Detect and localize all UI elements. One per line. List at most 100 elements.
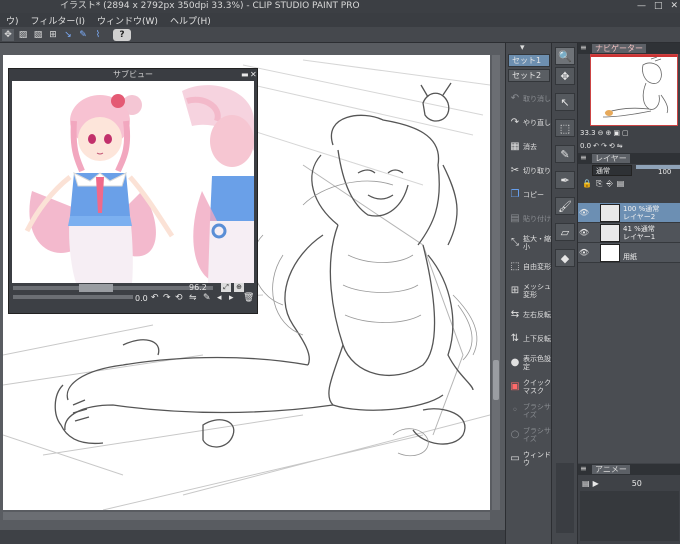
navigator-zoom[interactable]: 33.3	[580, 129, 596, 137]
animation-tab[interactable]: アニメー	[592, 465, 630, 474]
command-paste[interactable]: ▤ 貼り付け	[509, 207, 551, 231]
ruler-snap-icon[interactable]: ⌇	[92, 29, 104, 41]
command-flip-horizontal[interactable]: ⇆ 左右反転	[509, 303, 551, 327]
sub-view-slider-thumb[interactable]	[79, 284, 113, 292]
vertical-scroll-thumb[interactable]	[493, 360, 499, 400]
flip-icon[interactable]: ⇋	[189, 293, 197, 303]
help-button[interactable]: ?	[113, 28, 131, 41]
command-free-transform[interactable]: ⬚ 自由変形	[509, 255, 551, 279]
navigator-angle[interactable]: 0.0	[580, 142, 591, 150]
rotate-left-icon[interactable]: ↶	[593, 142, 599, 150]
command-cut[interactable]: ✂ 切り取り	[509, 159, 551, 183]
pen-tool-icon[interactable]: ✒	[555, 171, 575, 189]
brush-tool-icon[interactable]: 🖌	[555, 197, 575, 215]
sub-view-angle[interactable]: 0.0	[135, 294, 148, 303]
eye-icon[interactable]: 👁	[578, 228, 590, 237]
pen-snap-icon[interactable]: ↘	[62, 29, 74, 41]
menu-item-filter[interactable]: フィルター(I)	[25, 14, 92, 27]
pattern-b-icon[interactable]: ▧	[32, 29, 44, 41]
zoom-in-icon[interactable]: ⊕	[605, 129, 611, 137]
sub-view-close-icon[interactable]: ✕	[250, 70, 258, 79]
command-quick-mask[interactable]: ▣ クイックマスク	[509, 375, 551, 399]
rotate-right-icon[interactable]: ↷	[163, 293, 171, 303]
maximize-button[interactable]: □	[654, 0, 663, 13]
menu-item-view[interactable]: ウ)	[0, 14, 25, 27]
menu-item-help[interactable]: ヘルプ(H)	[164, 14, 217, 27]
operation-tool-icon[interactable]: ↖	[555, 93, 575, 111]
zoom-tool-icon[interactable]: 🔍	[555, 47, 575, 65]
lock-icon[interactable]: 🔒	[582, 179, 592, 189]
command-copy[interactable]: ❐ コピー	[509, 183, 551, 207]
fit-window-icon[interactable]: ▣	[613, 129, 620, 137]
reset-rotation-icon[interactable]: ⟲	[175, 293, 183, 303]
eraser-tool-icon[interactable]: ▱	[555, 223, 575, 241]
eye-icon[interactable]: 👁	[578, 208, 590, 217]
draft-icon[interactable]: ▤	[617, 179, 625, 189]
layer-menu-icon[interactable]: ≡	[580, 153, 587, 162]
sub-view-zoom[interactable]: 96.2	[189, 283, 207, 292]
timeline-area[interactable]	[580, 491, 679, 541]
play-icon[interactable]: ▶	[593, 479, 599, 488]
vertical-scrollbar[interactable]	[492, 55, 500, 510]
color-strip[interactable]	[556, 463, 574, 533]
eye-icon[interactable]: 👁	[578, 248, 590, 257]
command-mesh-transform[interactable]: ⊞ メッシュ変形	[509, 279, 551, 303]
zoom-icon[interactable]: ⊕	[234, 283, 244, 292]
navigator-tab[interactable]: ナビゲーター	[592, 44, 646, 53]
grid-icon[interactable]: ⊞	[47, 29, 59, 41]
frame-number[interactable]: 50	[632, 479, 642, 488]
rotate-right-icon[interactable]: ↷	[601, 142, 607, 150]
fit-icon[interactable]: ⤢	[221, 283, 231, 292]
command-bar-menu-icon[interactable]: ▾	[520, 43, 525, 53]
flip-horizontal-icon: ⇆	[510, 309, 520, 320]
eyedropper-tool-icon[interactable]: ✎	[555, 145, 575, 163]
command-display-color[interactable]: ● 表示色設定	[509, 351, 551, 375]
rotate-left-icon[interactable]: ↶	[151, 293, 159, 303]
zoom-out-icon[interactable]: ⊖	[598, 129, 604, 137]
menu-item-window[interactable]: ウィンドウ(W)	[91, 14, 164, 27]
navigator-preview[interactable]	[590, 54, 678, 126]
set-1-tab[interactable]: セット1	[508, 54, 550, 67]
command-brush-size-up[interactable]: ○ ブラシサイズ	[509, 423, 551, 447]
sub-view-rotate-slider[interactable]	[13, 295, 133, 299]
move-tool-icon[interactable]: ✥	[2, 28, 14, 41]
new-cel-icon[interactable]: ▤	[582, 479, 590, 488]
command-brush-size-down[interactable]: ◦ ブラシサイズ	[509, 399, 551, 423]
delete-icon[interactable]: 🗑	[243, 293, 254, 303]
blend-mode-select[interactable]: 通常	[592, 165, 632, 176]
fill-tool-icon[interactable]: ◆	[555, 249, 575, 267]
next-image-icon[interactable]: ▸	[229, 293, 234, 303]
command-window[interactable]: ▭ ウィンドウ	[509, 447, 551, 471]
opacity-value[interactable]: 100	[658, 168, 671, 176]
command-undo[interactable]: ↶ 取り消し	[509, 87, 551, 111]
layer-tab[interactable]: レイヤー	[592, 154, 630, 163]
move-tool-icon[interactable]: ✥	[555, 67, 575, 85]
command-flip-vertical[interactable]: ⇅ 上下反転	[509, 327, 551, 351]
horizontal-scrollbar[interactable]	[3, 512, 490, 520]
sub-view-minimize-icon[interactable]: ▬	[241, 70, 249, 79]
clear-icon: ▦	[510, 141, 520, 152]
clip-icon[interactable]: ⎘	[596, 179, 602, 189]
animation-menu-icon[interactable]: ≡	[580, 464, 587, 473]
layer-row[interactable]: 👁 100 %通常 レイヤー2	[578, 203, 680, 223]
reference-icon[interactable]: ⎆	[606, 179, 612, 189]
reset-rotation-icon[interactable]: ⟲	[609, 142, 615, 150]
pencil-snap-icon[interactable]: ✎	[77, 29, 89, 41]
layer-row[interactable]: 👁 用紙	[578, 243, 680, 263]
selection-tool-icon[interactable]: ⬚	[555, 119, 575, 137]
sub-view-slider[interactable]	[13, 286, 213, 290]
flip-horizontal-icon[interactable]: ⇋	[617, 142, 623, 150]
command-clear[interactable]: ▦ 消去	[509, 135, 551, 159]
eyedropper-icon[interactable]: ✎	[203, 293, 211, 303]
prev-image-icon[interactable]: ◂	[217, 293, 222, 303]
pattern-a-icon[interactable]: ▨	[17, 29, 29, 41]
actual-size-icon[interactable]: ▢	[622, 129, 629, 137]
navigator-menu-icon[interactable]: ≡	[580, 43, 587, 52]
layer-row[interactable]: 👁 41 %通常 レイヤー1	[578, 223, 680, 243]
close-button[interactable]: ✕	[670, 0, 678, 13]
set-2-tab[interactable]: セット2	[508, 69, 550, 82]
sub-view-palette[interactable]: サブビュー ▬ ✕ 96.2 ⤢ ⊕ 0.0 ↶ ↷ ⟲ ⇋ ✎ ◂ ▸ 🗑	[8, 68, 258, 314]
command-scale[interactable]: ⤡ 拡大・縮小	[509, 231, 551, 255]
minimize-button[interactable]: —	[637, 0, 646, 13]
command-redo[interactable]: ↷ やり直し	[509, 111, 551, 135]
